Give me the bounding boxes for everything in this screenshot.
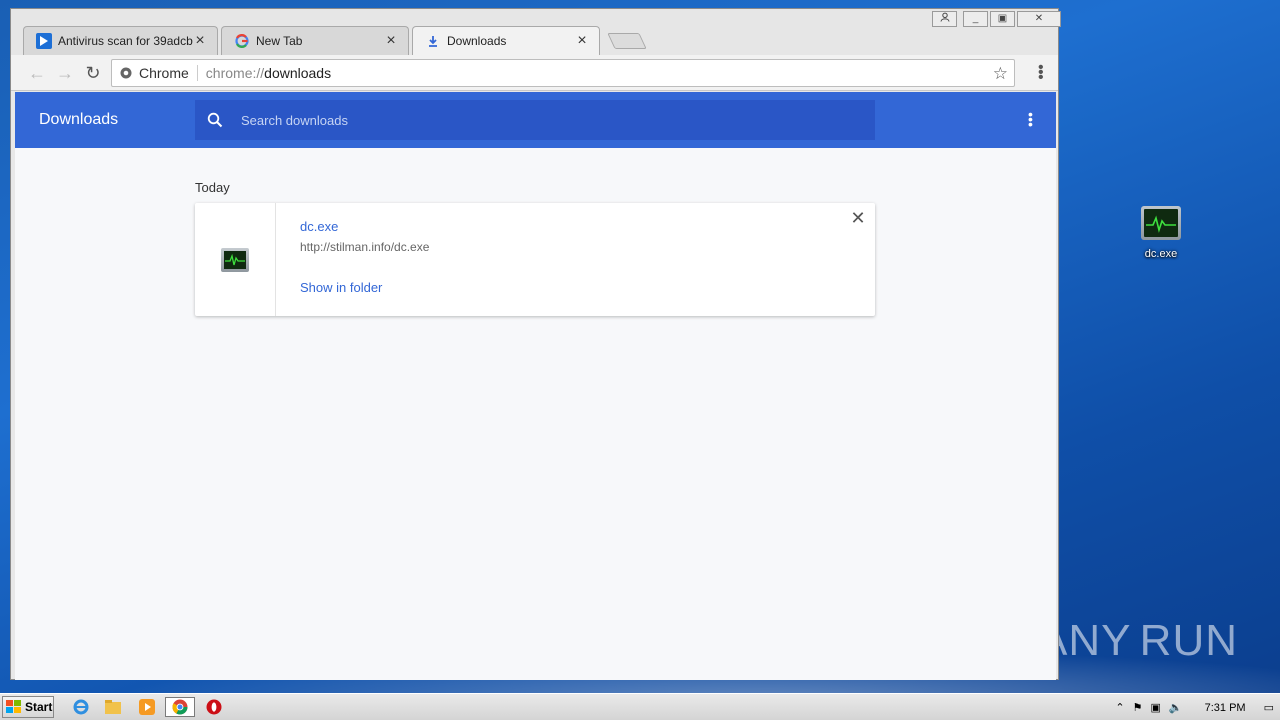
desktop-icon-dc-exe[interactable]: dc.exe	[1128, 206, 1194, 260]
internet-explorer-icon[interactable]	[70, 697, 92, 717]
show-desktop-icon[interactable]: ▭	[1264, 701, 1274, 714]
antivirus-favicon	[36, 33, 52, 49]
watermark-text-right: RUN	[1139, 616, 1238, 665]
date-section-label: Today	[195, 180, 230, 195]
close-icon[interactable]: ×	[575, 33, 589, 49]
opera-icon[interactable]	[203, 697, 225, 717]
file-explorer-icon[interactable]	[102, 697, 124, 717]
back-button[interactable]: ←	[27, 63, 47, 83]
more-actions-icon[interactable]: • • •	[1028, 107, 1033, 131]
show-in-folder-link[interactable]: Show in folder	[300, 280, 382, 295]
google-g-icon	[234, 33, 250, 49]
download-file-name-link[interactable]: dc.exe	[300, 219, 338, 234]
media-player-icon[interactable]	[136, 697, 158, 717]
download-file-icon-column	[195, 203, 276, 316]
monitor-app-icon	[221, 247, 249, 272]
close-window-button[interactable]: ✕	[1017, 11, 1061, 27]
close-icon[interactable]: ×	[384, 33, 398, 49]
windows-logo-icon	[6, 700, 21, 713]
tab-title: New Tab	[256, 34, 303, 48]
chrome-menu-icon[interactable]: • • •	[1038, 60, 1044, 86]
restore-button[interactable]: ▣	[990, 11, 1015, 27]
monitor-app-icon	[1141, 206, 1181, 240]
bookmark-star-icon[interactable]: ☆	[993, 64, 1008, 84]
chrome-window: Antivirus scan for 39adcb12 × New Tab × …	[10, 8, 1061, 680]
new-tab-button[interactable]	[607, 33, 647, 49]
chrome-taskbar-icon[interactable]	[165, 697, 195, 717]
forward-button[interactable]: →	[55, 63, 75, 83]
show-hidden-icons-icon[interactable]: ⌃	[1115, 701, 1124, 714]
download-icon	[425, 33, 441, 49]
tab-antivirus-scan[interactable]: Antivirus scan for 39adcb12 ×	[23, 26, 218, 55]
chrome-logo-icon	[120, 67, 132, 79]
anyrun-watermark: ANY RUN	[1038, 610, 1238, 672]
search-input[interactable]	[235, 112, 875, 128]
profile-button-group	[932, 11, 957, 27]
reload-button[interactable]: ↻	[83, 63, 103, 83]
secure-label: Chrome	[139, 65, 189, 81]
volume-icon[interactable]: 🔈	[1169, 701, 1183, 714]
tab-title: Downloads	[447, 34, 507, 48]
action-center-flag-icon[interactable]: ⚑	[1133, 701, 1143, 714]
desktop-icon-label: dc.exe	[1144, 248, 1178, 260]
tab-downloads[interactable]: Downloads ×	[412, 26, 600, 55]
download-source-url[interactable]: http://stilman.info/dc.exe	[300, 240, 429, 254]
page-title: Downloads	[39, 111, 119, 128]
downloads-header: Downloads •••	[15, 92, 1056, 148]
profile-icon[interactable]	[932, 11, 957, 27]
search-icon[interactable]	[195, 100, 235, 140]
minimize-button[interactable]: _	[963, 11, 988, 27]
tab-title: Antivirus scan for 39adcb12	[58, 34, 193, 48]
tab-new-tab[interactable]: New Tab ×	[221, 26, 409, 55]
downloads-page: Downloads ••• Today dc.exe http://stilma…	[15, 92, 1056, 680]
start-label: Start	[25, 700, 53, 714]
omnibox-divider	[196, 65, 198, 81]
url-scheme: chrome://	[205, 65, 265, 81]
title-bar: Antivirus scan for 39adcb12 × New Tab × …	[11, 9, 1061, 55]
clock[interactable]: 7:31 PM	[1205, 702, 1246, 714]
remove-download-icon[interactable]: ✕	[849, 209, 867, 227]
start-button[interactable]: Start	[2, 696, 54, 718]
chrome-page-indicator: Chrome	[112, 65, 189, 81]
search-bar[interactable]	[195, 100, 875, 140]
close-icon[interactable]: ×	[193, 33, 207, 49]
download-item: dc.exe http://stilman.info/dc.exe Show i…	[195, 203, 875, 316]
address-bar[interactable]: Chrome chrome://downloads ☆	[111, 59, 1015, 87]
url-host: downloads	[264, 65, 332, 81]
window-controls: _ ▣ ✕	[963, 11, 1061, 27]
network-icon[interactable]: ▣	[1151, 701, 1161, 714]
system-tray: ⌃ ⚑ ▣ 🔈 7:31 PM ▭	[1115, 694, 1280, 720]
browser-toolbar: ← → ↻ Chrome chrome://downloads ☆ • • •	[11, 55, 1058, 91]
taskbar: Start ⌃ ⚑ ▣ 🔈 7:31 PM ▭	[0, 693, 1280, 720]
